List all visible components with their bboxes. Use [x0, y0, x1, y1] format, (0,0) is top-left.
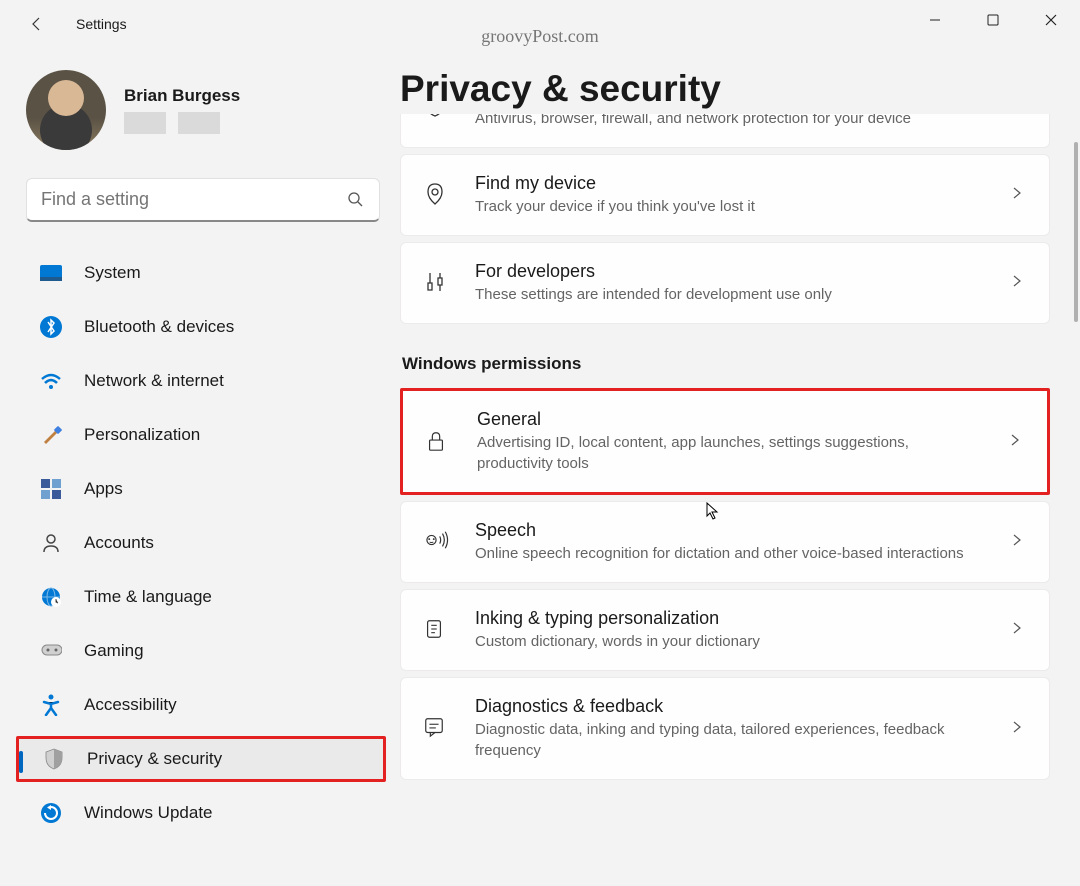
- vertical-scrollbar[interactable]: [1074, 142, 1078, 322]
- section-header-permissions: Windows permissions: [402, 354, 1050, 374]
- row-title: Speech: [475, 520, 985, 541]
- app-title: Settings: [76, 16, 127, 32]
- sidebar-item-label: Privacy & security: [87, 749, 222, 769]
- sidebar-item-network[interactable]: Network & internet: [26, 358, 380, 404]
- sidebar: Brian Burgess System: [0, 48, 400, 886]
- globe-clock-icon: [40, 586, 62, 608]
- titlebar: Settings groovyPost.com: [0, 0, 1080, 48]
- sidebar-item-label: Apps: [84, 479, 123, 499]
- row-speech[interactable]: Speech Online speech recognition for dic…: [400, 501, 1050, 583]
- chevron-right-icon: [1011, 275, 1027, 291]
- sidebar-item-accessibility[interactable]: Accessibility: [26, 682, 380, 728]
- sidebar-item-label: Accounts: [84, 533, 154, 553]
- row-general[interactable]: General Advertising ID, local content, a…: [400, 388, 1050, 495]
- row-diagnostics[interactable]: Diagnostics & feedback Diagnostic data, …: [400, 677, 1050, 780]
- sidebar-item-gaming[interactable]: Gaming: [26, 628, 380, 674]
- security-icon: [423, 114, 449, 120]
- tools-icon: [423, 270, 449, 296]
- watermark: groovyPost.com: [481, 26, 599, 47]
- row-subtitle: Track your device if you think you've lo…: [475, 196, 985, 217]
- profile[interactable]: Brian Burgess: [26, 70, 380, 150]
- avatar: [26, 70, 106, 150]
- main-content: Privacy & security Windows Security Anti…: [400, 48, 1080, 886]
- back-button[interactable]: [26, 13, 48, 35]
- row-windows-security[interactable]: Windows Security Antivirus, browser, fir…: [400, 114, 1050, 148]
- sidebar-item-label: System: [84, 263, 141, 283]
- search-box[interactable]: [26, 178, 380, 222]
- chevron-right-icon: [1009, 434, 1025, 450]
- location-icon: [423, 182, 449, 208]
- chevron-right-icon: [1011, 187, 1027, 203]
- sidebar-item-bluetooth[interactable]: Bluetooth & devices: [26, 304, 380, 350]
- accessibility-icon: [40, 694, 62, 716]
- sidebar-item-time-language[interactable]: Time & language: [26, 574, 380, 620]
- sidebar-item-label: Bluetooth & devices: [84, 317, 234, 337]
- dictionary-icon: [423, 617, 449, 643]
- sidebar-item-privacy-security[interactable]: Privacy & security: [16, 736, 386, 782]
- bluetooth-icon: [40, 316, 62, 338]
- sidebar-item-personalization[interactable]: Personalization: [26, 412, 380, 458]
- row-inking-typing[interactable]: Inking & typing personalization Custom d…: [400, 589, 1050, 671]
- row-subtitle: Custom dictionary, words in your diction…: [475, 631, 985, 652]
- sidebar-item-label: Accessibility: [84, 695, 177, 715]
- redacted-email: [124, 112, 166, 134]
- sidebar-item-label: Windows Update: [84, 803, 213, 823]
- window-controls: [906, 0, 1080, 40]
- sidebar-item-apps[interactable]: Apps: [26, 466, 380, 512]
- page-title: Privacy & security: [400, 68, 1050, 110]
- sidebar-nav: System Bluetooth & devices Network & int…: [26, 250, 380, 836]
- sidebar-item-label: Time & language: [84, 587, 212, 607]
- chevron-right-icon: [1011, 721, 1027, 737]
- gamepad-icon: [40, 640, 62, 662]
- chevron-right-icon: [1011, 114, 1027, 115]
- sidebar-item-accounts[interactable]: Accounts: [26, 520, 380, 566]
- system-icon: [40, 262, 62, 284]
- search-icon: [347, 191, 365, 209]
- update-icon: [40, 802, 62, 824]
- close-button[interactable]: [1022, 0, 1080, 40]
- row-title: For developers: [475, 261, 985, 282]
- row-subtitle: Online speech recognition for dictation …: [475, 543, 985, 564]
- brush-icon: [40, 424, 62, 446]
- sidebar-item-label: Network & internet: [84, 371, 224, 391]
- chevron-right-icon: [1011, 534, 1027, 550]
- row-subtitle: Advertising ID, local content, app launc…: [477, 432, 983, 474]
- row-for-developers[interactable]: For developers These settings are intend…: [400, 242, 1050, 324]
- row-subtitle: Diagnostic data, inking and typing data,…: [475, 719, 985, 761]
- minimize-button[interactable]: [906, 0, 964, 40]
- sidebar-item-label: Gaming: [84, 641, 144, 661]
- row-find-my-device[interactable]: Find my device Track your device if you …: [400, 154, 1050, 236]
- redacted-info: [178, 112, 220, 134]
- lock-icon: [425, 429, 451, 455]
- sidebar-item-system[interactable]: System: [26, 250, 380, 296]
- sidebar-item-label: Personalization: [84, 425, 200, 445]
- row-title: Find my device: [475, 173, 985, 194]
- row-title: Diagnostics & feedback: [475, 696, 985, 717]
- shield-icon: [43, 748, 65, 770]
- speech-icon: [423, 529, 449, 555]
- row-subtitle: Antivirus, browser, firewall, and networ…: [475, 114, 985, 129]
- feedback-icon: [423, 716, 449, 742]
- row-subtitle: These settings are intended for developm…: [475, 284, 985, 305]
- sidebar-item-windows-update[interactable]: Windows Update: [26, 790, 380, 836]
- profile-meta: [124, 112, 240, 134]
- row-title: Inking & typing personalization: [475, 608, 985, 629]
- row-title: General: [477, 409, 983, 430]
- apps-icon: [40, 478, 62, 500]
- profile-name: Brian Burgess: [124, 86, 240, 106]
- chevron-right-icon: [1011, 622, 1027, 638]
- search-input[interactable]: [41, 189, 347, 210]
- person-icon: [40, 532, 62, 554]
- maximize-button[interactable]: [964, 0, 1022, 40]
- wifi-icon: [40, 370, 62, 392]
